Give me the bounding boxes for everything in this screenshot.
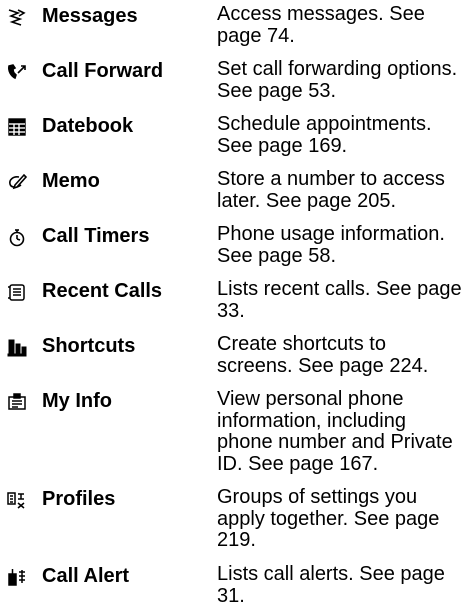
menu-item-label: Call Alert: [42, 565, 130, 587]
menu-item-description: Create shortcuts to screens. See page 22…: [217, 333, 429, 377]
menu-item-description: Set call forwarding options. See page 53…: [217, 58, 458, 102]
menu-item-label: Shortcuts: [42, 335, 136, 357]
menu-item-label: Messages: [42, 5, 138, 27]
call-alert-icon: [4, 567, 30, 587]
menu-item-label: Recent Calls: [42, 280, 163, 302]
recent-calls-icon: [4, 282, 30, 302]
messages-icon: [4, 7, 30, 27]
menu-item-label: Memo: [42, 170, 100, 192]
menu-item-label: My Info: [42, 390, 112, 412]
call-timers-icon: [4, 227, 30, 247]
menu-item-description: Schedule appointments. See page 169.: [217, 113, 432, 157]
menu-item-description: Groups of settings you apply together. S…: [217, 486, 440, 551]
menu-item-description: Phone usage information. See page 58.: [217, 223, 445, 267]
memo-icon: [4, 172, 30, 192]
menu-item-label: Datebook: [42, 115, 134, 137]
menu-item-label: Call Timers: [42, 225, 150, 247]
datebook-icon: [4, 117, 30, 137]
menu-item-label: Profiles: [42, 488, 116, 510]
menu-item-description: View personal phone information, includi…: [217, 388, 453, 475]
my-info-icon: [4, 392, 30, 412]
call-forward-icon: [4, 62, 30, 82]
menu-item-description: Access messages. See page 74.: [217, 3, 425, 47]
menu-item-description: Lists recent calls. See page 33.: [217, 278, 462, 322]
profiles-icon: [4, 490, 30, 510]
shortcuts-icon: [4, 337, 30, 357]
menu-item-description: Lists call alerts. See page 31.: [217, 563, 445, 607]
menu-item-label: Call Forward: [42, 60, 164, 82]
menu-item-description: Store a number to access later. See page…: [217, 168, 445, 212]
